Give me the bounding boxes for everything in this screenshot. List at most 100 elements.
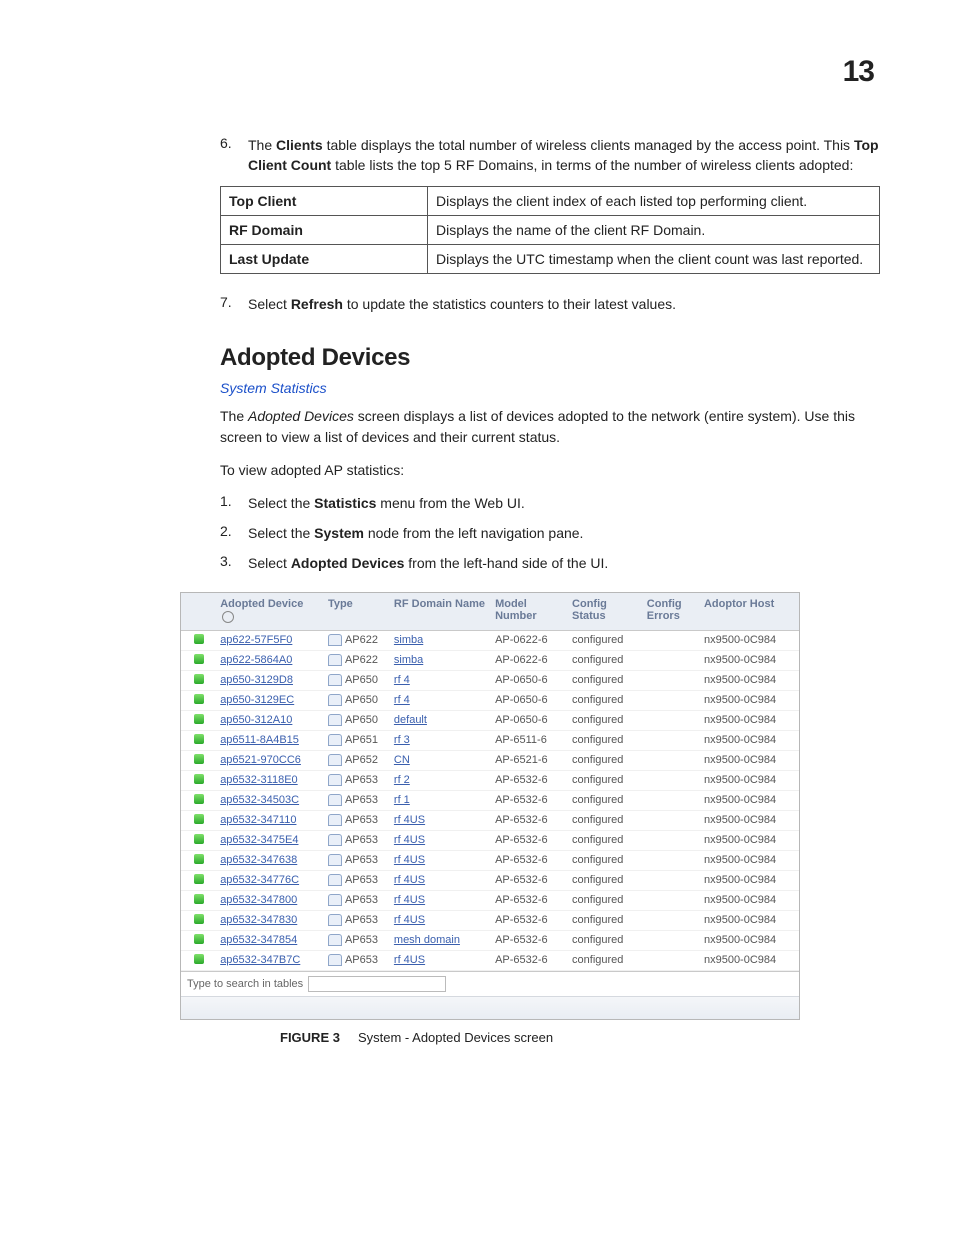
rf-domain-link[interactable]: simba (394, 634, 423, 646)
column-header[interactable]: Adoptor Host (700, 593, 799, 631)
rf-domain-link[interactable]: rf 4 (394, 674, 410, 686)
config-status-cell: configured (568, 770, 643, 790)
table-row[interactable]: ap6532-347800AP653rf 4USAP-6532-6configu… (181, 890, 799, 910)
column-header[interactable]: Type (324, 593, 390, 631)
rf-domain-link[interactable]: rf 4US (394, 954, 425, 966)
device-link[interactable]: ap6532-347800 (220, 894, 297, 906)
device-link[interactable]: ap6532-3475E4 (220, 834, 298, 846)
list-item: 2.Select the System node from the left n… (220, 523, 880, 543)
rf-domain-link[interactable]: rf 4US (394, 874, 425, 886)
list-number: 1. (220, 493, 248, 513)
device-link[interactable]: ap6532-347830 (220, 914, 297, 926)
device-type-icon (328, 634, 342, 646)
table-row[interactable]: ap650-3129D8AP650rf 4AP-0650-6configured… (181, 670, 799, 690)
adoptor-host-cell: nx9500-0C984 (700, 810, 799, 830)
column-header[interactable]: RF Domain Name (390, 593, 491, 631)
adoptor-host-cell: nx9500-0C984 (700, 950, 799, 970)
table-row: RF DomainDisplays the name of the client… (221, 215, 880, 244)
model-cell: AP-6521-6 (491, 750, 568, 770)
type-label: AP653 (345, 874, 378, 886)
table-search-input[interactable] (308, 976, 446, 992)
device-link[interactable]: ap650-3129D8 (220, 674, 293, 686)
adoptor-host-cell: nx9500-0C984 (700, 850, 799, 870)
config-status-cell: configured (568, 930, 643, 950)
table-row[interactable]: ap6511-8A4B15AP651rf 3AP-6511-6configure… (181, 730, 799, 750)
rf-domain-link[interactable]: rf 4US (394, 854, 425, 866)
rf-domain-link[interactable]: rf 4US (394, 834, 425, 846)
device-link[interactable]: ap6532-34503C (220, 794, 299, 806)
rf-domain-link[interactable]: mesh domain (394, 934, 460, 946)
type-label: AP653 (345, 814, 378, 826)
status-icon (194, 834, 204, 844)
table-row[interactable]: ap6532-347B7CAP653rf 4USAP-6532-6configu… (181, 950, 799, 970)
device-link[interactable]: ap6532-347854 (220, 934, 297, 946)
status-icon (194, 694, 204, 704)
table-row[interactable]: ap6521-970CC6AP652CNAP-6521-6configuredn… (181, 750, 799, 770)
rf-domain-link[interactable]: rf 3 (394, 734, 410, 746)
rf-domain-link[interactable]: rf 1 (394, 794, 410, 806)
model-cell: AP-6532-6 (491, 870, 568, 890)
device-link[interactable]: ap6521-970CC6 (220, 754, 301, 766)
rf-domain-link[interactable]: simba (394, 654, 423, 666)
model-cell: AP-6532-6 (491, 810, 568, 830)
model-cell: AP-0650-6 (491, 710, 568, 730)
table-row[interactable]: ap6532-347854AP653mesh domainAP-6532-6co… (181, 930, 799, 950)
model-cell: AP-0650-6 (491, 670, 568, 690)
rf-domain-link[interactable]: rf 4US (394, 914, 425, 926)
device-link[interactable]: ap6532-347B7C (220, 954, 300, 966)
device-type-icon (328, 914, 342, 926)
table-row: Last UpdateDisplays the UTC timestamp wh… (221, 244, 880, 273)
list-number: 6. (220, 135, 248, 176)
table-row[interactable]: ap622-57F5F0AP622simbaAP-0622-6configure… (181, 630, 799, 650)
device-link[interactable]: ap650-312A10 (220, 714, 292, 726)
table-row[interactable]: ap6532-3475E4AP653rf 4USAP-6532-6configu… (181, 830, 799, 850)
device-link[interactable]: ap622-5864A0 (220, 654, 292, 666)
column-header[interactable]: Config Errors (643, 593, 700, 631)
config-status-cell: configured (568, 830, 643, 850)
type-label: AP622 (345, 654, 378, 666)
table-row[interactable]: ap6532-34503CAP653rf 1AP-6532-6configure… (181, 790, 799, 810)
table-search-row: Type to search in tables (181, 971, 799, 996)
device-link[interactable]: ap6532-347110 (220, 814, 296, 826)
column-header[interactable]: Model Number (491, 593, 568, 631)
table-row[interactable]: ap6532-347638AP653rf 4USAP-6532-6configu… (181, 850, 799, 870)
config-errors-cell (643, 810, 700, 830)
device-link[interactable]: ap6532-34776C (220, 874, 299, 886)
device-link[interactable]: ap6511-8A4B15 (220, 734, 299, 746)
table-row[interactable]: ap650-312A10AP650defaultAP-0650-6configu… (181, 710, 799, 730)
table-row[interactable]: ap6532-3118E0AP653rf 2AP-6532-6configure… (181, 770, 799, 790)
sort-icon[interactable] (222, 611, 234, 623)
rf-domain-link[interactable]: rf 2 (394, 774, 410, 786)
config-errors-cell (643, 730, 700, 750)
table-row[interactable]: ap6532-34776CAP653rf 4USAP-6532-6configu… (181, 870, 799, 890)
rf-domain-link[interactable]: rf 4US (394, 814, 425, 826)
config-status-cell: configured (568, 910, 643, 930)
type-label: AP653 (345, 934, 378, 946)
rf-domain-link[interactable]: default (394, 714, 427, 726)
type-label: AP650 (345, 694, 378, 706)
adoptor-host-cell: nx9500-0C984 (700, 910, 799, 930)
config-status-cell: configured (568, 790, 643, 810)
table-row[interactable]: ap6532-347110 AP653 rf 4US AP-6532-6configu… (181, 810, 799, 830)
config-errors-cell (643, 690, 700, 710)
type-label: AP650 (345, 714, 378, 726)
list-item: 1.Select the Statistics menu from the We… (220, 493, 880, 513)
adoptor-host-cell: nx9500-0C984 (700, 790, 799, 810)
table-row[interactable]: ap6532-347830AP653rf 4USAP-6532-6configu… (181, 910, 799, 930)
rf-domain-link[interactable]: CN (394, 754, 410, 766)
column-header[interactable]: Adopted Device (216, 593, 324, 631)
device-link[interactable]: ap622-57F5F0 (220, 634, 292, 646)
config-status-cell: configured (568, 810, 643, 830)
column-header[interactable]: Config Status (568, 593, 643, 631)
device-link[interactable]: ap650-3129EC (220, 694, 294, 706)
rf-domain-link[interactable]: rf 4 (394, 694, 410, 706)
table-row[interactable]: ap622-5864A0AP622simbaAP-0622-6configure… (181, 650, 799, 670)
column-header[interactable] (181, 593, 216, 631)
type-label: AP653 (345, 954, 378, 966)
config-errors-cell (643, 670, 700, 690)
rf-domain-link[interactable]: rf 4US (394, 894, 425, 906)
breadcrumb-link[interactable]: System Statistics (220, 380, 880, 396)
device-link[interactable]: ap6532-347638 (220, 854, 297, 866)
table-row[interactable]: ap650-3129ECAP650rf 4AP-0650-6configured… (181, 690, 799, 710)
device-link[interactable]: ap6532-3118E0 (220, 774, 297, 786)
